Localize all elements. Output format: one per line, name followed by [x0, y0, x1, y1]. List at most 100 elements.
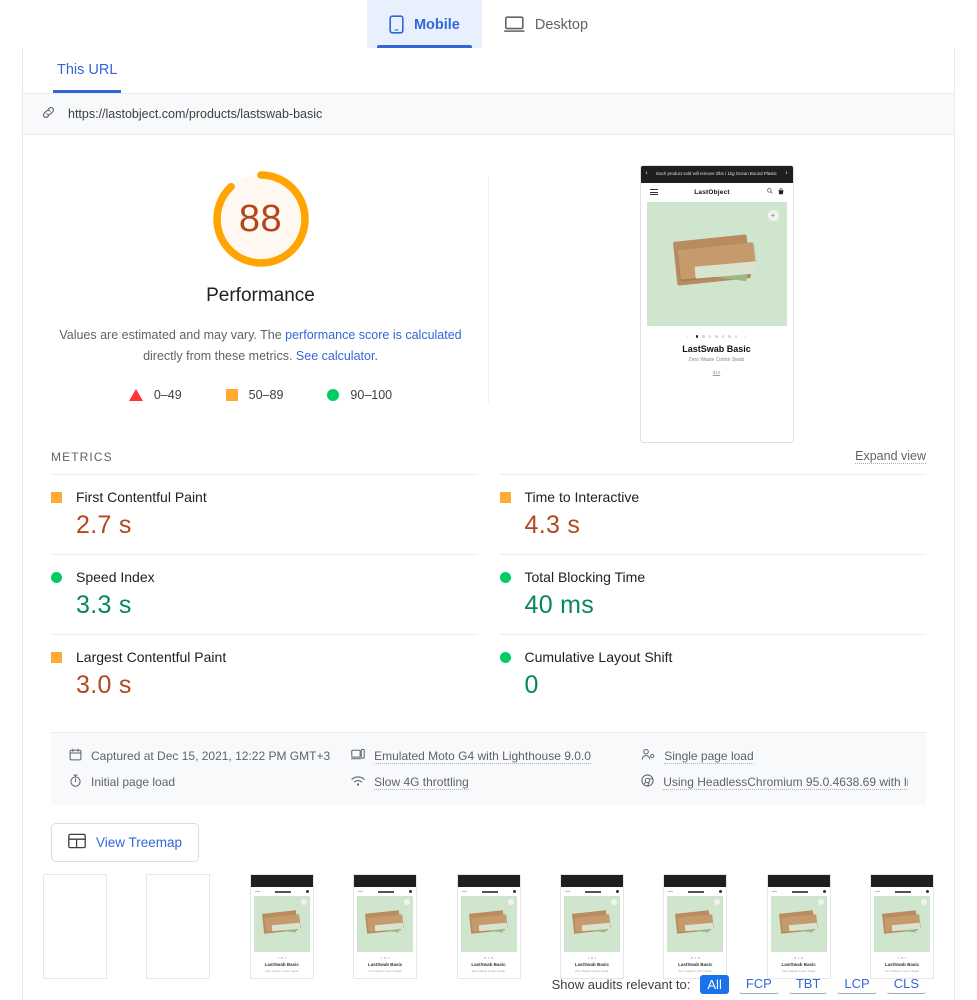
filmstrip-frame: LastSwab BasicZero Waste Cotton Swab$10 [457, 874, 521, 979]
circle-icon [500, 652, 511, 663]
tab-this-url[interactable]: This URL [53, 48, 121, 93]
product-subtitle: Zero Waste Cotton Swab [641, 357, 793, 363]
score-legend: 0–49 50–89 90–100 [129, 388, 392, 402]
expand-view-toggle[interactable]: Expand view [855, 449, 926, 464]
cart-icon [778, 188, 784, 197]
filmstrip-frame: LastSwab BasicZero Waste Cotton Swab$10 [250, 874, 314, 979]
square-icon [226, 389, 238, 401]
final-screenshot[interactable]: ‹ Each product sold will remove 2lbs / 1… [640, 165, 794, 443]
tab-mobile[interactable]: Mobile [367, 0, 482, 48]
legend-range-average: 50–89 [249, 388, 284, 402]
square-icon [51, 492, 62, 503]
metrics-title: METRICS [51, 450, 113, 464]
env-captured-at: Captured at Dec 15, 2021, 12:22 PM GMT+3 [69, 745, 341, 767]
device-icon [351, 748, 365, 764]
filmstrip-frame: LastSwab BasicZero Waste Cotton Swab$10 [353, 874, 417, 979]
legend-item-pass: 90–100 [327, 388, 392, 402]
env-throttling[interactable]: Slow 4G throttling [351, 771, 631, 793]
users-icon [641, 748, 655, 764]
legend-item-average: 50–89 [226, 388, 284, 402]
audit-filter: Show audits relevant to: All FCP TBT LCP… [552, 974, 926, 994]
site-brand: LastObject [694, 189, 730, 196]
final-screenshot-column: ‹ Each product sold will remove 2lbs / 1… [489, 165, 944, 443]
audit-filter-label: Show audits relevant to: [552, 977, 691, 992]
chevron-right-icon: › [786, 170, 788, 179]
metric-time-to-interactive[interactable]: Time to Interactive 4.3 s [500, 474, 927, 554]
url-tabs: This URL [23, 48, 954, 94]
metric-largest-contentful-paint[interactable]: Largest Contentful Paint 3.0 s [51, 634, 478, 714]
legend-range-pass: 90–100 [350, 388, 392, 402]
score-explainer: Values are estimated and may vary. The p… [51, 325, 471, 366]
summary-section: 88 Performance Values are estimated and … [23, 135, 954, 449]
filter-chip-all[interactable]: All [700, 975, 728, 994]
carousel-next-icon: › [744, 334, 746, 340]
filmstrip-frame: LastSwab BasicZero Waste Cotton Swab$10 [767, 874, 831, 979]
view-treemap-button[interactable]: View Treemap [51, 823, 199, 862]
triangle-icon [129, 389, 143, 401]
filmstrip-frame: LastSwab BasicZero Waste Cotton Swab$10 [663, 874, 727, 979]
report-card: This URL https://lastobject.com/products… [22, 48, 955, 1000]
metric-label: Total Blocking Time [525, 569, 646, 585]
env-user-agent[interactable]: Using HeadlessChromium 95.0.4638.69 with… [641, 771, 908, 793]
search-icon [767, 188, 773, 196]
metric-label: Largest Contentful Paint [76, 649, 226, 665]
explainer-suffix: . [374, 349, 377, 363]
performance-score-link[interactable]: performance score is calculated [285, 328, 461, 342]
chrome-icon [641, 774, 654, 790]
metric-first-contentful-paint[interactable]: First Contentful Paint 2.7 s [51, 474, 478, 554]
legend-range-fail: 0–49 [154, 388, 182, 402]
metric-speed-index[interactable]: Speed Index 3.3 s [51, 554, 478, 634]
metric-total-blocking-time[interactable]: Total Blocking Time 40 ms [500, 554, 927, 634]
filmstrip-frame [43, 874, 107, 979]
calendar-icon [69, 748, 82, 764]
treemap-row: View Treemap [23, 805, 954, 862]
stopwatch-icon [69, 774, 82, 790]
chevron-left-icon: ‹ [646, 170, 648, 179]
filter-chip-lcp[interactable]: LCP [837, 974, 876, 994]
metric-label: Cumulative Layout Shift [525, 649, 673, 665]
square-icon [51, 652, 62, 663]
see-calculator-link[interactable]: See calculator [296, 349, 375, 363]
filter-chip-tbt[interactable]: TBT [789, 974, 828, 994]
tab-desktop-label: Desktop [535, 17, 588, 33]
form-factor-tabs: Mobile Desktop [0, 0, 977, 48]
explainer-prefix: Values are estimated and may vary. The [59, 328, 285, 342]
analyzed-url-text: https://lastobject.com/products/lastswab… [68, 107, 322, 121]
env-label: Initial page load [91, 775, 175, 789]
metric-value: 40 ms [525, 591, 927, 620]
site-navbar: LastObject [641, 183, 793, 202]
environment-info: Captured at Dec 15, 2021, 12:22 PM GMT+3… [51, 732, 926, 805]
carousel-dots: ‹ › [641, 326, 793, 344]
performance-category-label: Performance [206, 285, 315, 307]
site-promo-text: Each product sold will remove 2lbs / 1kg… [656, 171, 777, 176]
env-page-load-type[interactable]: Single page load [641, 745, 908, 767]
env-emulated-device[interactable]: Emulated Moto G4 with Lighthouse 9.0.0 [351, 745, 631, 767]
metric-value: 0 [525, 671, 927, 700]
metric-label: Time to Interactive [525, 489, 640, 505]
env-label: Captured at Dec 15, 2021, 12:22 PM GMT+3 [91, 749, 330, 763]
tab-desktop[interactable]: Desktop [482, 0, 610, 48]
env-label: Using HeadlessChromium 95.0.4638.69 with… [663, 775, 908, 790]
filmstrip-frame [146, 874, 210, 979]
metric-value: 4.3 s [525, 511, 927, 540]
metric-label: Speed Index [76, 569, 155, 585]
mobile-icon [389, 15, 404, 34]
desktop-icon [504, 16, 525, 33]
filter-chip-cls[interactable]: CLS [887, 974, 926, 994]
metrics-header: METRICS Expand view [23, 449, 954, 474]
square-icon [500, 492, 511, 503]
env-initial-page-load: Initial page load [69, 771, 341, 793]
performance-score: 88 [209, 167, 313, 271]
metric-cumulative-layout-shift[interactable]: Cumulative Layout Shift 0 [500, 634, 927, 714]
circle-icon [327, 389, 339, 401]
env-label: Slow 4G throttling [374, 775, 469, 790]
performance-gauge-column: 88 Performance Values are estimated and … [33, 165, 488, 443]
filmstrip-frame: LastSwab BasicZero Waste Cotton Swab$10 [870, 874, 934, 979]
view-treemap-label: View Treemap [96, 835, 182, 850]
filter-chip-fcp[interactable]: FCP [739, 974, 779, 994]
tab-mobile-label: Mobile [414, 17, 460, 33]
env-label: Single page load [664, 749, 753, 764]
hamburger-icon [650, 189, 658, 195]
site-promo-banner: ‹ Each product sold will remove 2lbs / 1… [641, 166, 793, 183]
product-illustration [673, 236, 761, 292]
